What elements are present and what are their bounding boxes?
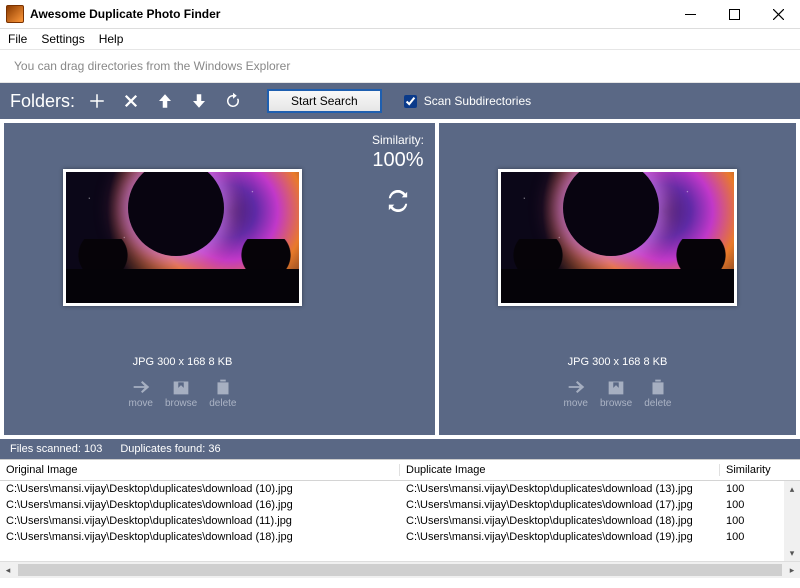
status-bar: Files scanned: 103 Duplicates found: 36 [0,439,800,459]
move-down-button[interactable] [187,89,211,113]
scan-subdirectories-label: Scan Subdirectories [424,94,531,108]
col-original[interactable]: Original Image [0,464,400,476]
cell-original: C:\Users\mansi.vijay\Desktop\duplicates\… [0,515,400,527]
cell-duplicate: C:\Users\mansi.vijay\Desktop\duplicates\… [400,499,720,511]
folders-label: Folders: [10,91,75,112]
col-duplicate[interactable]: Duplicate Image [400,464,720,476]
table-body: C:\Users\mansi.vijay\Desktop\duplicates\… [0,481,800,561]
left-move-button[interactable]: move [129,376,153,409]
center-similarity-panel: Similarity: 100% [361,123,435,435]
scroll-thumb[interactable] [18,564,782,576]
scan-subdirectories-input[interactable] [404,95,417,108]
scroll-left-icon[interactable]: ◂ [0,562,16,578]
table-row[interactable]: C:\Users\mansi.vijay\Desktop\duplicates\… [0,497,800,513]
vertical-scrollbar[interactable]: ▴ ▾ [784,481,800,561]
right-delete-button[interactable]: delete [644,376,671,409]
preview-area: JPG 300 x 168 8 KB move browse delete Si… [0,119,800,439]
maximize-button[interactable] [712,0,756,28]
files-scanned-label: Files scanned: 103 [10,443,102,455]
similarity-label: Similarity: [372,133,424,147]
right-image-preview[interactable] [498,169,737,306]
left-delete-button[interactable]: delete [209,376,236,409]
start-search-button[interactable]: Start Search [267,89,382,113]
table-row[interactable]: C:\Users\mansi.vijay\Desktop\duplicates\… [0,529,800,545]
title-bar: Awesome Duplicate Photo Finder [0,0,800,29]
right-move-button[interactable]: move [564,376,588,409]
cell-original: C:\Users\mansi.vijay\Desktop\duplicates\… [0,483,400,495]
left-preview-panel: JPG 300 x 168 8 KB move browse delete [0,123,361,435]
col-similarity[interactable]: Similarity [720,464,800,476]
table-row[interactable]: C:\Users\mansi.vijay\Desktop\duplicates\… [0,481,800,497]
right-image-meta: JPG 300 x 168 8 KB [568,356,668,368]
menu-file[interactable]: File [8,32,27,46]
cell-duplicate: C:\Users\mansi.vijay\Desktop\duplicates\… [400,483,720,495]
left-image-preview[interactable] [63,169,302,306]
results-table: Original Image Duplicate Image Similarit… [0,459,800,578]
duplicates-found-label: Duplicates found: 36 [120,443,220,455]
scroll-up-icon[interactable]: ▴ [784,481,800,497]
similarity-value: 100% [372,149,423,172]
add-folder-button[interactable] [85,89,109,113]
scroll-right-icon[interactable]: ▸ [784,562,800,578]
app-icon [6,5,24,23]
scroll-down-icon[interactable]: ▾ [784,545,800,561]
cell-original: C:\Users\mansi.vijay\Desktop\duplicates\… [0,531,400,543]
right-browse-button[interactable]: browse [600,376,632,409]
left-browse-button[interactable]: browse [165,376,197,409]
left-image-meta: JPG 300 x 168 8 KB [133,356,233,368]
scan-subdirectories-checkbox[interactable]: Scan Subdirectories [400,92,531,111]
menu-bar: File Settings Help [0,29,800,50]
menu-help[interactable]: Help [99,32,124,46]
minimize-button[interactable] [668,0,712,28]
cell-duplicate: C:\Users\mansi.vijay\Desktop\duplicates\… [400,531,720,543]
cell-duplicate: C:\Users\mansi.vijay\Desktop\duplicates\… [400,515,720,527]
app-title: Awesome Duplicate Photo Finder [30,7,220,21]
close-button[interactable] [756,0,800,28]
swap-icon[interactable] [387,190,409,215]
cell-original: C:\Users\mansi.vijay\Desktop\duplicates\… [0,499,400,511]
remove-folder-button[interactable] [119,89,143,113]
menu-settings[interactable]: Settings [41,32,84,46]
right-preview-panel: JPG 300 x 168 8 KB move browse delete [435,123,800,435]
horizontal-scrollbar[interactable]: ◂ ▸ [0,561,800,578]
move-up-button[interactable] [153,89,177,113]
table-header: Original Image Duplicate Image Similarit… [0,460,800,481]
toolbar: Folders: Start Search Scan Subdirectorie… [0,83,800,119]
refresh-button[interactable] [221,89,245,113]
table-row[interactable]: C:\Users\mansi.vijay\Desktop\duplicates\… [0,513,800,529]
drag-hint: You can drag directories from the Window… [0,50,800,83]
